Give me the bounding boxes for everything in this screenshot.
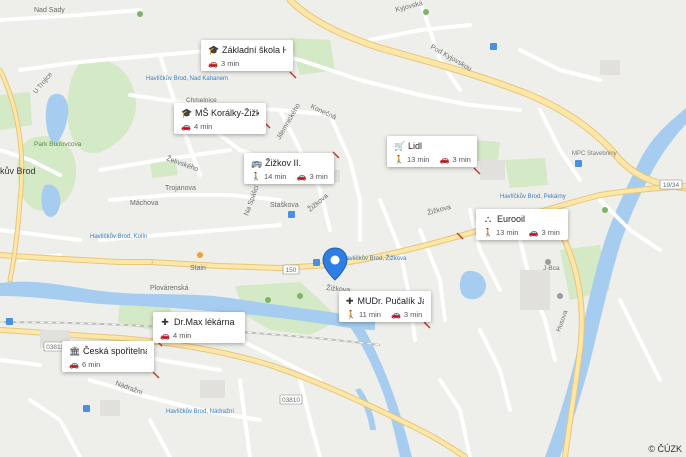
card-title: Lidl	[408, 141, 423, 151]
card-ms-koralky[interactable]: 🎓MŠ Korálky-Žižkov 🚗4 min	[174, 103, 266, 134]
place-j-bca: J-Bca	[543, 265, 560, 272]
shopping-cart-icon: 🛒	[394, 141, 406, 151]
place-brod: kův Brod	[0, 166, 36, 176]
place-plovarenska: Plovárenská	[150, 285, 189, 292]
car-icon: 🚗	[69, 360, 79, 369]
card-mudr-pucalik[interactable]: ✚MUDr. Pučalík Jar... 🚶11 min 🚗3 min	[339, 291, 431, 322]
transit-nad-kahanem: Havlíčkův Brod, Nad Kahanem	[146, 75, 228, 82]
transit-zizkova: Havlíčkův Brod, Žižkova	[342, 254, 407, 262]
bus-icon: 🚌	[251, 158, 263, 168]
place-stanka: Staškova	[270, 202, 299, 209]
bank-icon: 🏛	[69, 346, 81, 356]
car-icon: 🚗	[296, 172, 307, 181]
walk-time: 13 min	[495, 228, 519, 237]
car-icon: 🚗	[160, 331, 170, 340]
place-trojanova: Trojanova	[165, 185, 196, 192]
place-stain: Stain	[190, 265, 206, 272]
car-icon: 🚗	[439, 155, 450, 164]
transit-pekarny: Havlíčkův Brod, Pekárny	[500, 193, 566, 200]
car-time: 4 min	[193, 122, 213, 131]
card-title: Eurooil	[497, 214, 526, 224]
card-title: Dr.Max lékárna	[174, 317, 235, 327]
graduation-cap-icon: 🎓	[208, 45, 220, 55]
map-canvas[interactable]: 150 19/34 03811 03810 Nad Sady Kyjovská …	[0, 0, 686, 457]
car-icon: 🚗	[528, 228, 539, 237]
car-time: 3 min	[220, 59, 240, 68]
road-19-34-label: 19/34	[663, 182, 680, 189]
walk-time: 11 min	[358, 310, 381, 319]
transit-nadrazni: Havlíčkův Brod, Nádražní	[166, 408, 234, 415]
poi-mpc: MPC Stavebniny	[572, 151, 617, 157]
map-attribution[interactable]: © ČÚZK	[648, 444, 682, 454]
car-icon: 🚗	[390, 310, 401, 319]
card-lidl[interactable]: 🛒 Lidl 🚶 13 min 🚗 3 min	[387, 136, 477, 167]
card-title: MUDr. Pučalík Jar...	[357, 296, 424, 306]
network-icon: ⛬	[484, 214, 492, 224]
car-time: 3 min	[452, 155, 471, 164]
car-time: 4 min	[172, 331, 192, 340]
walk-icon: 🚶	[251, 172, 261, 181]
car-time: 3 min	[541, 228, 560, 237]
card-title: Česká spořitelna	[83, 346, 147, 356]
road-03810-label: 03810	[282, 397, 300, 404]
medical-cross-icon: ✚	[161, 317, 169, 327]
walk-time: 13 min	[406, 155, 430, 164]
car-time: 6 min	[81, 360, 101, 369]
location-pin-icon[interactable]	[322, 247, 348, 281]
card-title: Základní škola Ha...	[222, 45, 286, 55]
place-nad-sady: Nad Sady	[34, 7, 65, 14]
card-drmax[interactable]: ✚ Dr.Max lékárna 🚗 4 min	[153, 312, 245, 343]
card-title: MŠ Korálky-Žižkov	[195, 108, 259, 118]
car-time: 3 min	[309, 172, 328, 181]
walk-time: 14 min	[263, 172, 287, 181]
graduation-cap-icon: 🎓	[181, 108, 193, 118]
place-park-budovcova: Park Budovcova	[34, 141, 82, 148]
car-icon: 🚗	[208, 59, 218, 68]
card-ceska-sporitelna[interactable]: 🏛 Česká spořitelna 🚗 6 min	[62, 341, 154, 372]
card-zakladni-skola[interactable]: 🎓Základní škola Ha... 🚗3 min	[201, 40, 293, 71]
place-machova: Máchova	[130, 200, 159, 207]
transit-kolin: Havlíčkův Brod, Kolín	[90, 233, 147, 240]
card-eurooil[interactable]: ⛬ Eurooil 🚶 13 min 🚗 3 min	[476, 209, 568, 240]
medical-cross-icon: ✚	[346, 296, 354, 306]
card-zizkov-ii[interactable]: 🚌 Žižkov II. 🚶 14 min 🚗 3 min	[244, 153, 334, 184]
car-icon: 🚗	[181, 122, 191, 131]
card-title: Žižkov II.	[265, 158, 302, 168]
car-time: 3 min	[403, 310, 423, 319]
walk-icon: 🚶	[346, 310, 356, 319]
road-150-label: 150	[286, 267, 297, 274]
walk-icon: 🚶	[483, 228, 493, 237]
walk-icon: 🚶	[394, 155, 404, 164]
